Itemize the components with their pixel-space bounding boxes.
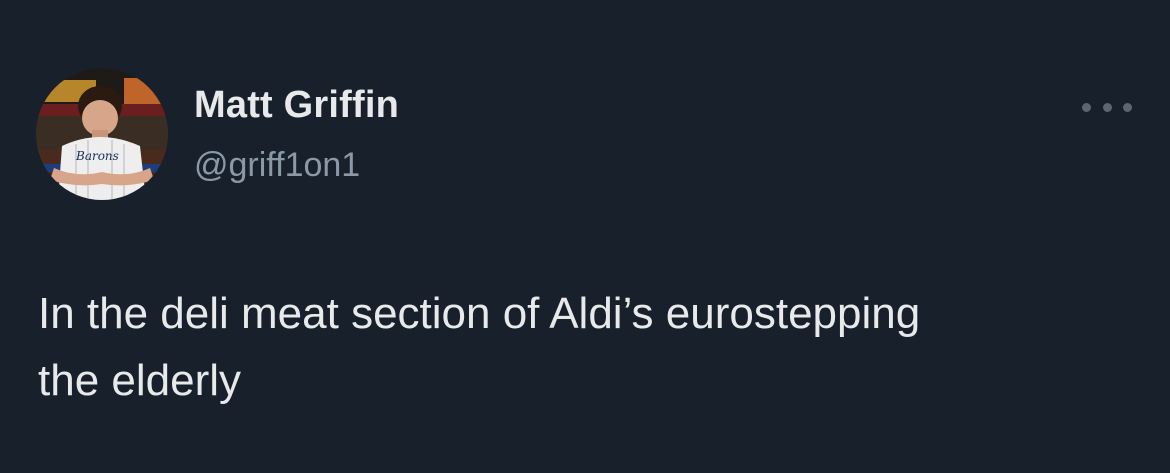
- dot: [1102, 102, 1112, 112]
- dot: [1082, 102, 1091, 112]
- tweet-text: In the deli meat section of Aldi’s euros…: [38, 289, 921, 405]
- svg-text:Barons: Barons: [75, 149, 119, 163]
- avatar[interactable]: Barons: [36, 68, 168, 200]
- display-name[interactable]: Matt Griffin: [194, 84, 399, 127]
- more-horizontal-icon[interactable]: [1082, 92, 1132, 122]
- handle[interactable]: @griff1on1: [194, 146, 360, 185]
- dot: [1123, 102, 1132, 112]
- tweet-card: Barons Matt Griffin @griff1on1 In the de…: [0, 0, 1170, 473]
